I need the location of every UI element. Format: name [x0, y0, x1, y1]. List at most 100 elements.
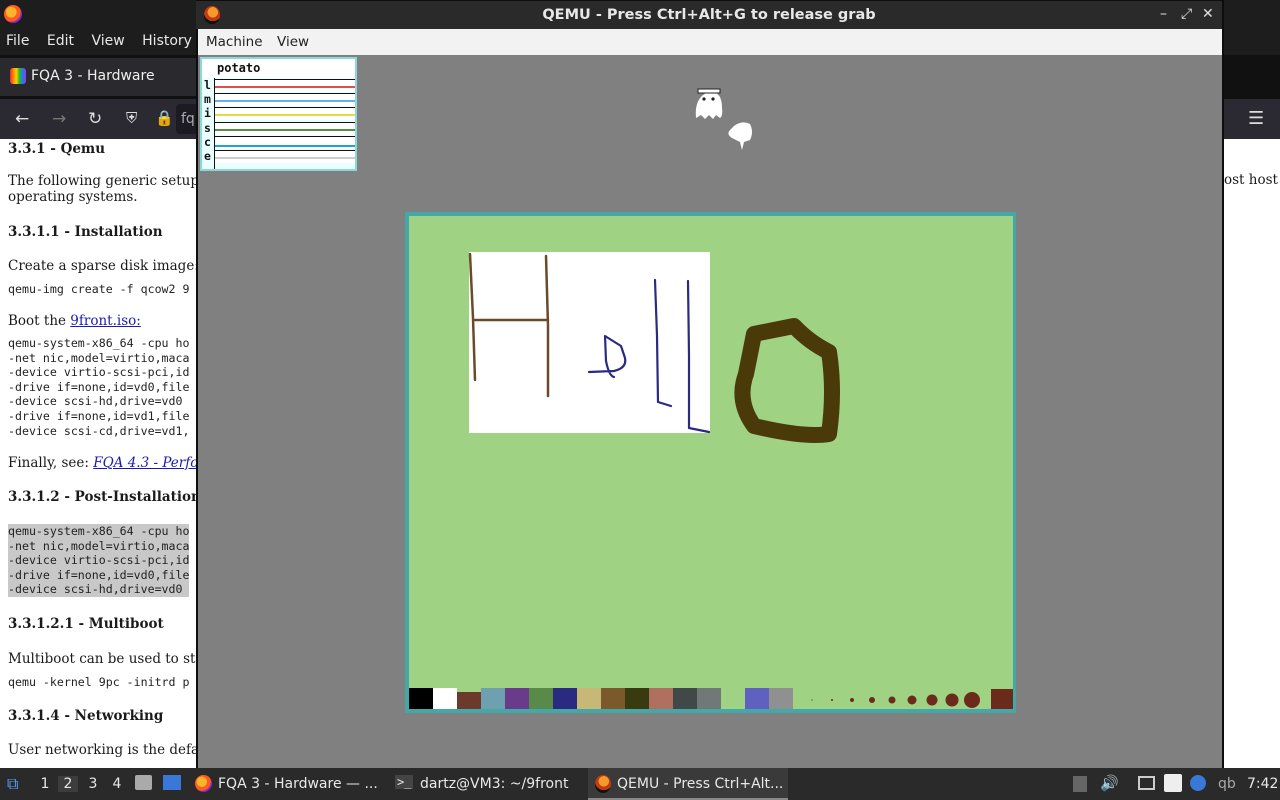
reload-icon[interactable]: ↻ [88, 109, 102, 129]
volume-icon[interactable]: 🔊 [1100, 774, 1119, 792]
brush-size-dot[interactable] [964, 692, 980, 708]
finally-prefix: Finally, see: [8, 455, 94, 471]
brush-size-dot[interactable] [811, 699, 813, 701]
stats-bar-m [215, 93, 355, 107]
brush-size-max[interactable] [991, 689, 1013, 709]
palette-swatch[interactable] [577, 688, 601, 709]
fqa-link[interactable]: FQA 4.3 - Perfo [93, 455, 198, 471]
qemu-titlebar: QEMU - Press Ctrl+Alt+G to release grab … [196, 1, 1222, 29]
back-arrow-icon[interactable]: ← [15, 109, 29, 129]
update-notifier-icon[interactable] [1190, 775, 1206, 791]
iso-link[interactable]: 9front.iso: [70, 313, 141, 329]
taskbar: ⧉ 1 2 3 4 FQA 3 - Hardware — ... >_ dart… [0, 768, 1280, 800]
task-firefox-icon [195, 775, 212, 792]
menu-view-qemu[interactable]: View [277, 34, 309, 50]
stats-label-l: l [204, 78, 211, 92]
menu-history[interactable]: History [136, 28, 199, 49]
palette-swatch[interactable] [409, 688, 433, 709]
palette-swatch[interactable] [505, 688, 529, 709]
palette-swatch[interactable] [721, 688, 745, 709]
brush-size-dot[interactable] [869, 697, 875, 703]
drawing-layer[interactable] [409, 216, 1013, 709]
task-qemu-icon [595, 775, 611, 793]
task-firefox[interactable]: FQA 3 - Hardware — ... [218, 776, 378, 792]
task-qemu[interactable]: QEMU - Press Ctrl+Alt... [617, 776, 783, 792]
lock-icon[interactable]: 🔒 [155, 109, 174, 127]
code-boot: qemu-system-x86_64 -cpu ho -net nic,mode… [8, 336, 190, 438]
brush-size-dot[interactable] [888, 696, 896, 704]
menu-file[interactable]: File [0, 28, 36, 49]
paint-canvas[interactable] [409, 216, 1013, 709]
brush-size-dot[interactable] [907, 695, 917, 705]
menu-edit[interactable]: Edit [41, 28, 81, 49]
stats-title: potato [217, 61, 261, 75]
palette-swatch[interactable] [745, 688, 769, 709]
palette-swatch[interactable] [649, 688, 673, 709]
ghost-mascot-icon [695, 88, 723, 119]
network-icon[interactable] [1138, 776, 1155, 790]
workspace-4[interactable]: 4 [107, 776, 127, 792]
stats-label-i: i [204, 106, 211, 121]
brush-size-dot[interactable] [945, 693, 959, 707]
heading-qemu: 3.3.1 - Qemu [8, 141, 106, 157]
palette-swatch[interactable] [553, 688, 577, 709]
keyboard-layout[interactable]: qb [1218, 776, 1236, 792]
stats-bar-line [215, 114, 355, 117]
palette-swatch[interactable] [457, 692, 481, 709]
tray-clipboard-icon[interactable] [1073, 776, 1087, 792]
palette-swatch[interactable] [601, 688, 625, 709]
white-rectangle [469, 252, 710, 433]
palette-swatch[interactable] [625, 688, 649, 709]
brush-size-dots [811, 689, 1013, 709]
workspace-3[interactable]: 3 [83, 776, 103, 792]
maximize-icon[interactable]: ⤢ [1181, 6, 1192, 22]
stats-bar-i [215, 107, 355, 121]
browser-tab[interactable]: FQA 3 - Hardware [0, 58, 196, 96]
palette-swatch[interactable] [481, 688, 505, 709]
workspace-1[interactable]: 1 [35, 776, 55, 792]
menu-view[interactable]: View [85, 28, 131, 49]
notes-icon[interactable] [1164, 774, 1182, 792]
task-terminal[interactable]: dartz@VM3: ~/9front [420, 776, 568, 792]
menu-machine[interactable]: Machine [206, 34, 263, 50]
paragraph-boot: Boot the 9front.iso: [8, 313, 141, 329]
paragraph-intro-cont: operating systems. [8, 189, 138, 205]
stats-label-c: c [204, 134, 211, 149]
brush-size-dot[interactable] [850, 698, 854, 702]
stats-bar-s [215, 121, 355, 135]
workspace-2[interactable]: 2 [58, 776, 78, 792]
stats-bar-line [215, 100, 355, 103]
heading-installation: 3.3.1.1 - Installation [8, 224, 163, 240]
stats-widget[interactable]: potato lmisce [200, 57, 357, 171]
forward-arrow-icon[interactable]: → [52, 109, 66, 129]
boot-prefix: Boot the [8, 313, 71, 329]
palette-swatch[interactable] [529, 688, 553, 709]
paragraph-multiboot: Multiboot can be used to sta [8, 651, 204, 667]
heading-multiboot: 3.3.1.2.1 - Multiboot [8, 616, 164, 632]
hamburger-menu-icon[interactable]: ☰ [1248, 108, 1264, 129]
close-icon[interactable]: ✕ [1202, 6, 1214, 22]
stats-bar-line [215, 144, 355, 147]
stats-label-m: m [204, 92, 211, 107]
stats-label-s: s [204, 120, 211, 135]
brush-size-dot[interactable] [831, 699, 833, 701]
palette-swatch[interactable] [433, 688, 457, 709]
bunny-mascot-icon [728, 122, 752, 150]
paragraph-finally: Finally, see: FQA 4.3 - Perfo [8, 455, 198, 471]
palette-swatch[interactable] [697, 688, 721, 709]
stats-bar-line [215, 86, 355, 88]
glenda-mascot-icons [695, 88, 752, 150]
palette-swatch[interactable] [673, 688, 697, 709]
palette-swatch[interactable] [769, 688, 793, 709]
minimize-icon[interactable]: – [1160, 6, 1167, 22]
desktop-icon[interactable] [163, 775, 181, 790]
file-manager-icon[interactable] [135, 775, 152, 790]
tab-title: FQA 3 - Hardware [31, 68, 155, 84]
stats-bar-c [215, 135, 355, 149]
heading-networking: 3.3.1.4 - Networking [8, 708, 164, 724]
stats-label-e: e [204, 149, 211, 163]
start-menu-icon[interactable]: ⧉ [7, 774, 18, 794]
brush-size-dot[interactable] [926, 694, 938, 706]
shield-icon[interactable]: ⛨ [126, 109, 137, 127]
url-text: fq [181, 111, 195, 127]
